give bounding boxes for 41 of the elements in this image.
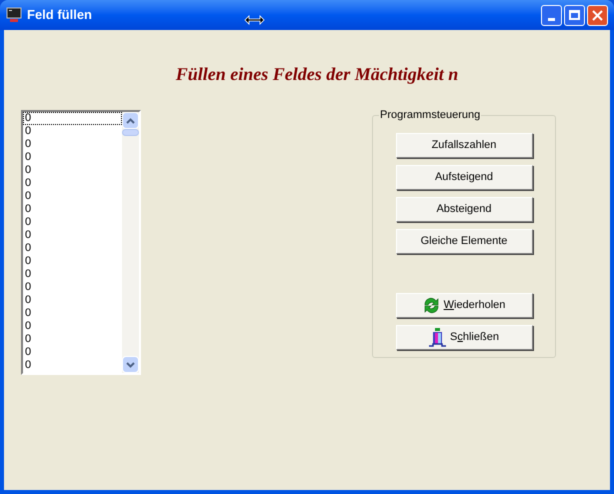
resize-cursor-icon bbox=[244, 15, 265, 25]
scrollbar[interactable] bbox=[122, 112, 139, 373]
list-item[interactable]: 0 bbox=[23, 242, 122, 255]
list-item[interactable]: 0 bbox=[23, 125, 122, 138]
action-button[interactable]: Gleiche Elemente bbox=[396, 229, 532, 254]
action-button[interactable]: Absteigend bbox=[396, 197, 532, 222]
list-item[interactable]: 0 bbox=[23, 346, 122, 359]
scroll-down-button[interactable] bbox=[122, 356, 139, 373]
list-item[interactable]: 0 bbox=[23, 138, 122, 151]
close-button[interactable] bbox=[587, 4, 608, 26]
list-item[interactable]: 0 bbox=[23, 216, 122, 229]
list-item[interactable]: 0 bbox=[23, 359, 122, 372]
list-item[interactable]: 0 bbox=[23, 255, 122, 268]
list-item[interactable]: 0 bbox=[23, 229, 122, 242]
list-item[interactable]: 0 bbox=[23, 268, 122, 281]
refresh-icon bbox=[422, 297, 440, 314]
maximize-button[interactable] bbox=[564, 4, 585, 26]
list-item[interactable]: 0 bbox=[23, 281, 122, 294]
list-item[interactable]: 0 bbox=[23, 333, 122, 346]
close-icon bbox=[592, 10, 603, 20]
list-item[interactable]: 0 bbox=[23, 190, 122, 203]
scroll-up-button[interactable] bbox=[122, 112, 139, 129]
action-button[interactable]: Zufallszahlen bbox=[396, 133, 532, 158]
list-item[interactable]: 0 bbox=[23, 294, 122, 307]
heading: Füllen eines Feldes der Mächtigkeit n bbox=[176, 63, 458, 86]
list-item[interactable]: 0 bbox=[23, 307, 122, 320]
close-program-button[interactable]: Schließen bbox=[396, 325, 532, 350]
list-item[interactable]: 0 bbox=[23, 203, 122, 216]
list-item[interactable]: 0 bbox=[23, 151, 122, 164]
list-item[interactable]: 0 bbox=[23, 112, 122, 125]
group-title: Programmsteuerung bbox=[379, 108, 482, 122]
computer-icon bbox=[6, 7, 22, 23]
door-exit-icon bbox=[429, 328, 446, 347]
list-item[interactable]: 0 bbox=[23, 177, 122, 190]
action-button[interactable]: Aufsteigend bbox=[396, 165, 532, 190]
list-item[interactable]: 0 bbox=[23, 164, 122, 177]
repeat-button[interactable]: Wiederholen bbox=[396, 293, 532, 318]
minimize-button[interactable] bbox=[541, 4, 562, 26]
list-item[interactable]: 0 bbox=[23, 320, 122, 333]
window-title: Feld füllen bbox=[27, 6, 92, 24]
scroll-thumb[interactable] bbox=[122, 129, 139, 136]
